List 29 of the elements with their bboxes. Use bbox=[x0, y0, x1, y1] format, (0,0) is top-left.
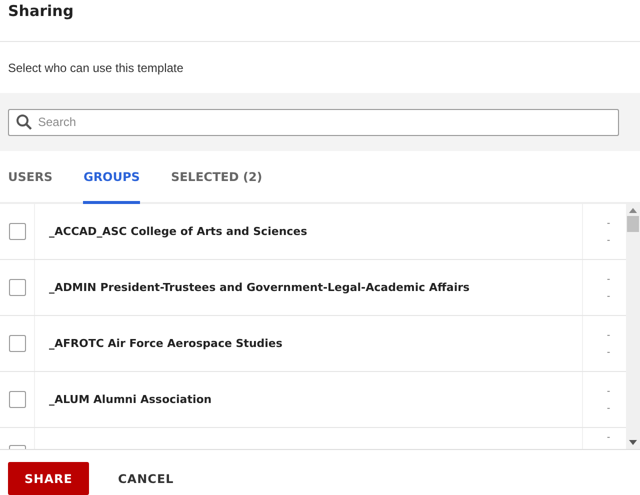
tab[interactable]: SELECTED (2) bbox=[170, 152, 262, 204]
search-field[interactable]: Search bbox=[8, 108, 619, 136]
instruction-text: Select who can use this template bbox=[8, 60, 184, 74]
scroll-down-icon[interactable] bbox=[629, 440, 637, 445]
table-cell: - bbox=[606, 328, 610, 342]
group-name: _ADMIN President-Trustees and Government-Legal-Academic Affairs bbox=[49, 281, 470, 294]
table-cell: - bbox=[606, 272, 610, 286]
table-cell: - bbox=[606, 346, 610, 358]
tab[interactable]: GROUPS bbox=[83, 152, 140, 204]
checkbox[interactable] bbox=[8, 335, 26, 352]
group-name: _ACCAD_ASC College of Arts and Sciences bbox=[49, 225, 308, 238]
checkbox[interactable] bbox=[8, 223, 26, 240]
table-cell: - bbox=[606, 431, 610, 444]
scrollbar[interactable] bbox=[626, 204, 640, 449]
share-button[interactable]: SHARE bbox=[8, 462, 89, 495]
table-cell: - bbox=[606, 402, 610, 414]
checkbox[interactable] bbox=[8, 391, 26, 408]
group-name: _ALUM Alumni Association bbox=[49, 393, 212, 406]
table-cell: - bbox=[606, 234, 610, 246]
scroll-up-icon[interactable] bbox=[629, 208, 637, 213]
group-name: _AFROTC Air Force Aerospace Studies bbox=[49, 337, 282, 350]
table-cell: - bbox=[606, 216, 610, 230]
cancel-button[interactable]: CANCEL bbox=[97, 462, 195, 495]
table-cell: - bbox=[606, 290, 610, 302]
tab[interactable]: USERS bbox=[8, 152, 52, 204]
dialog-title: Sharing bbox=[7, 1, 74, 21]
scroll-thumb[interactable] bbox=[627, 216, 639, 232]
checkbox[interactable] bbox=[8, 279, 26, 296]
table-cell: - bbox=[606, 384, 610, 398]
